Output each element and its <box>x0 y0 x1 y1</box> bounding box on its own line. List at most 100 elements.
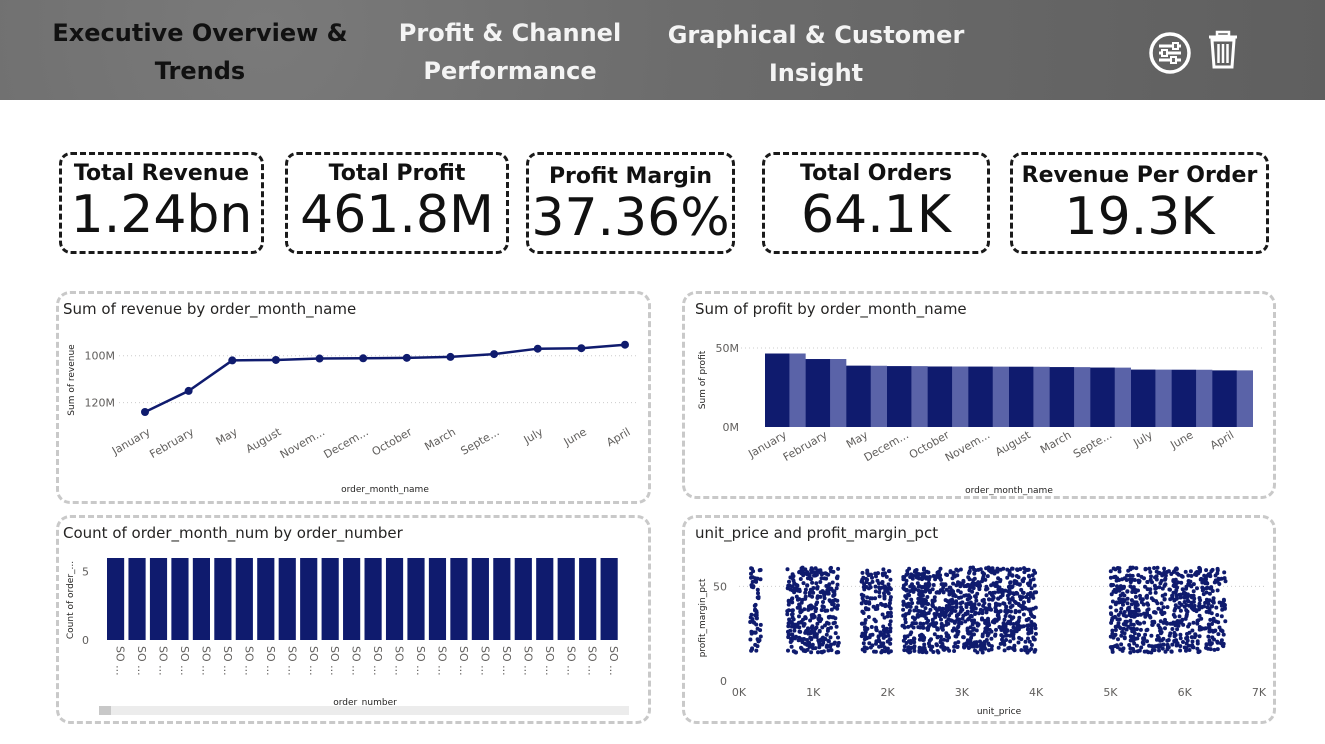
scrollbar-thumb[interactable] <box>99 706 111 715</box>
scatter-point <box>797 604 802 609</box>
scatter-point <box>1218 641 1223 646</box>
scatter-point <box>1171 583 1176 588</box>
profit-bar <box>968 366 993 427</box>
scatter-point <box>754 610 759 615</box>
scatter-point <box>1121 646 1126 651</box>
scatter-point <box>1022 645 1027 650</box>
scatter-point <box>812 634 817 639</box>
scatter-point <box>757 638 762 643</box>
kpi-profit-margin: Profit Margin 37.36% <box>526 152 735 254</box>
scatter-point <box>930 602 935 607</box>
scatter-point <box>1148 590 1153 595</box>
scatter-point <box>1178 636 1183 641</box>
scatter-point <box>1206 634 1211 639</box>
horizontal-scrollbar[interactable] <box>99 706 629 715</box>
scatter-point <box>1006 646 1011 651</box>
scatter-point <box>986 618 991 623</box>
scatter-point <box>821 600 825 604</box>
tab-executive-overview[interactable]: Executive Overview & Trends <box>40 14 360 90</box>
scatter-point <box>1010 646 1015 651</box>
scatter-point <box>1031 635 1036 640</box>
scatter-point <box>987 627 992 632</box>
x-tick-label: SO ... <box>436 646 449 676</box>
scatter-point <box>1025 627 1030 632</box>
scatter-point <box>829 607 834 612</box>
scatter-point <box>1003 630 1008 635</box>
kpi-total-orders: Total Orders 64.1K <box>762 152 990 254</box>
scatter-point <box>1185 592 1190 597</box>
price-margin-scatter[interactable]: unit_price and profit_margin_pct 50 0 prof… <box>682 515 1276 724</box>
x-tick-label: August <box>993 428 1033 459</box>
scatter-point <box>801 581 806 586</box>
scatter-point <box>915 573 919 578</box>
scatter-point <box>1124 614 1129 619</box>
scatter-point <box>825 620 829 625</box>
y-tick-label: 0 <box>82 634 89 647</box>
x-tick-label: SO ... <box>285 646 298 676</box>
tab-profit-channel[interactable]: Profit & Channel Performance <box>375 14 645 90</box>
scatter-point <box>1117 588 1122 593</box>
count-bar <box>364 558 382 640</box>
tab-graphical-customer[interactable]: Graphical & Customer Insight <box>660 16 972 92</box>
scatter-point <box>942 637 946 642</box>
scatter-point <box>1110 631 1115 636</box>
scatter-point <box>977 602 981 607</box>
scatter-point <box>1141 640 1146 645</box>
revenue-by-month-chart[interactable]: Sum of revenue by order_month_name 100M 1… <box>56 291 651 504</box>
scatter-point <box>935 643 939 648</box>
scatter-point <box>1148 570 1153 574</box>
scatter-point <box>954 605 959 609</box>
scatter-point <box>1202 604 1206 609</box>
scatter-point <box>985 574 990 579</box>
count-bar <box>278 558 296 640</box>
scatter-point <box>1019 624 1024 629</box>
x-axis-label: unit_price <box>977 707 1022 717</box>
scatter-point <box>809 650 814 655</box>
scatter-point <box>1212 647 1217 652</box>
order-count-chart[interactable]: Count of order_month_num by order_number… <box>56 515 651 724</box>
scatter-point <box>1003 609 1008 614</box>
scatter-point <box>786 632 791 637</box>
scatter-point <box>1118 593 1123 598</box>
scatter-point <box>833 616 838 621</box>
kpi-value: 19.3K <box>1064 187 1215 247</box>
scatter-point <box>1195 621 1200 626</box>
scatter-point <box>785 567 790 572</box>
scatter-point <box>966 575 971 580</box>
scatter-point <box>941 590 946 595</box>
scatter-point <box>1171 612 1176 617</box>
x-tick-label: May <box>214 425 241 448</box>
scatter-point <box>749 648 754 653</box>
scatter-point <box>813 646 818 651</box>
scatter-point <box>790 608 795 613</box>
scatter-point <box>921 576 925 580</box>
scatter-point <box>1221 598 1226 603</box>
scatter-point <box>1156 645 1161 649</box>
x-tick-label: July <box>1130 428 1155 450</box>
scatter-point <box>1168 631 1173 636</box>
scatter-point <box>1008 639 1013 644</box>
trash-icon[interactable] <box>1206 30 1240 74</box>
scatter-point <box>1143 614 1148 619</box>
scatter-point <box>859 579 864 584</box>
scatter-point <box>885 614 890 619</box>
scatter-point <box>932 632 937 637</box>
scatter-point <box>901 623 906 628</box>
scatter-point <box>834 624 839 629</box>
scatter-point <box>967 571 971 575</box>
scatter-point <box>973 612 977 616</box>
scatter-point <box>1001 566 1006 571</box>
profit-by-month-chart[interactable]: Sum of profit by order_month_name 50M 0M S… <box>682 291 1276 499</box>
x-tick-label: 3K <box>955 686 970 699</box>
scatter-point <box>1139 600 1144 605</box>
scatter-point <box>753 642 758 647</box>
scatter-point <box>972 618 977 623</box>
scatter-point <box>1149 633 1154 638</box>
scatter-point <box>1002 648 1007 653</box>
scatter-point <box>972 632 976 637</box>
scatter-point <box>917 584 922 589</box>
scatter-point <box>991 590 996 595</box>
sliders-icon[interactable] <box>1148 31 1192 79</box>
profit-bar <box>765 353 790 427</box>
scatter-point <box>971 626 976 631</box>
